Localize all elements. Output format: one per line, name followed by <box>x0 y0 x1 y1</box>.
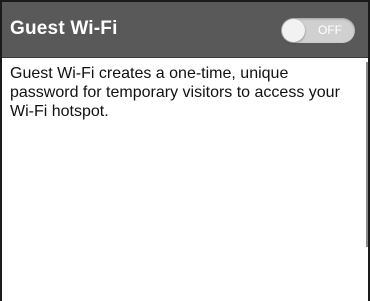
toggle-state-label: OFF <box>318 23 342 37</box>
page-title: Guest Wi-Fi <box>10 18 118 39</box>
toggle-knob[interactable] <box>282 19 305 42</box>
guest-wifi-panel: Guest Wi-Fi OFF Guest Wi-Fi creates a on… <box>0 0 370 301</box>
guest-wifi-toggle[interactable]: OFF <box>281 18 355 43</box>
panel-header: Guest Wi-Fi OFF <box>2 2 368 58</box>
description-text: Guest Wi-Fi creates a one-time, unique p… <box>10 65 340 120</box>
scrollbar[interactable] <box>366 62 368 247</box>
